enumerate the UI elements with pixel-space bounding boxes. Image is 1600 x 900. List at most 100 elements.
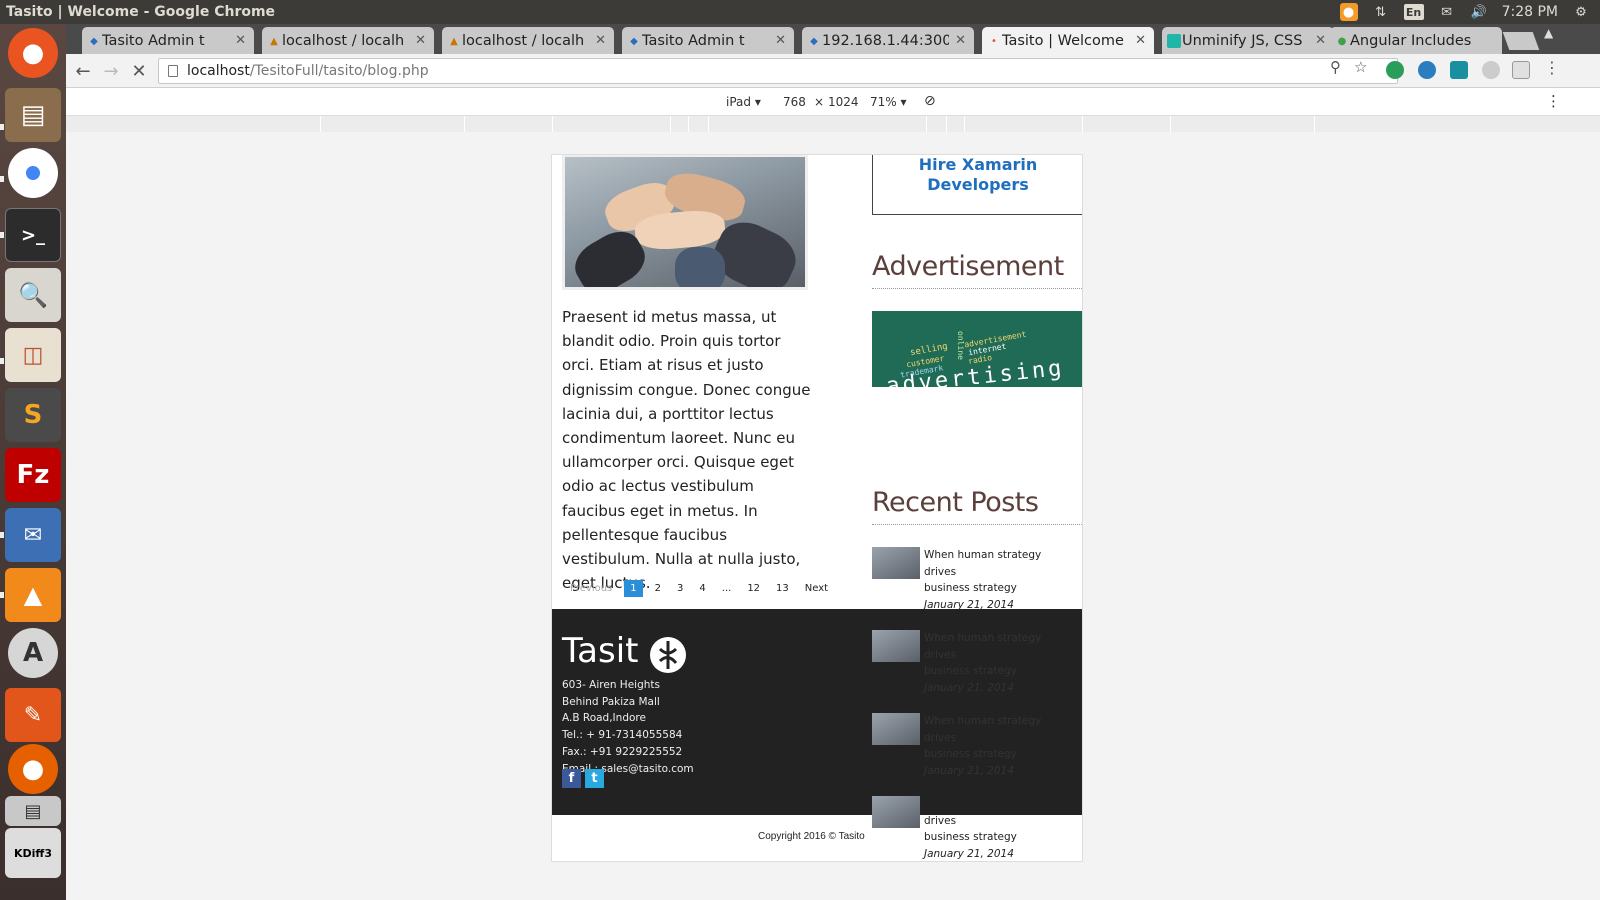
- pagination-next[interactable]: Next: [797, 583, 836, 594]
- post-title-line[interactable]: drives: [924, 730, 1041, 747]
- social-links: f t: [562, 769, 604, 788]
- extension-icon[interactable]: [1450, 61, 1468, 79]
- pagination-page[interactable]: 3: [669, 583, 691, 594]
- tab-tasito-admin[interactable]: ◆ Tasito Admin t ✕: [622, 27, 794, 54]
- forward-button[interactable]: →: [100, 60, 122, 82]
- article-body: Praesent id metus massa, ut blandit odio…: [562, 308, 811, 593]
- gear-icon[interactable]: ⚙: [1572, 3, 1590, 21]
- post-title-line[interactable]: business strategy: [924, 580, 1041, 597]
- software-center-icon[interactable]: A: [8, 628, 58, 678]
- extension-icon[interactable]: [1482, 61, 1500, 79]
- post-thumbnail[interactable]: [872, 796, 920, 828]
- post-title-line[interactable]: drives: [924, 813, 1041, 830]
- thunderbird-icon[interactable]: ✉: [5, 508, 61, 562]
- extension-icon[interactable]: [1418, 61, 1436, 79]
- recent-post[interactable]: When human strategy drives business stra…: [872, 713, 1082, 783]
- stop-button[interactable]: ✕: [128, 60, 150, 82]
- bookmark-star-icon[interactable]: ☆: [1354, 58, 1367, 76]
- rotate-icon[interactable]: ⊘: [924, 93, 936, 109]
- tab-tasito-admin[interactable]: ◆ Tasito Admin t ✕: [82, 27, 254, 54]
- web-page: Praesent id metus massa, ut blandit odio…: [551, 154, 1083, 862]
- terminal-icon[interactable]: >_: [5, 208, 61, 262]
- post-date: January 21, 2014: [924, 682, 1014, 695]
- tab-angular-includes[interactable]: ● Angular Includes: [1330, 27, 1502, 54]
- presentation-icon[interactable]: ◫: [5, 328, 61, 382]
- pagination-previous[interactable]: Previous: [562, 583, 620, 594]
- facebook-icon[interactable]: f: [562, 769, 581, 788]
- post-title-line[interactable]: When human strategy: [924, 547, 1041, 564]
- volume-icon[interactable]: 🔊: [1470, 3, 1488, 21]
- post-thumbnail[interactable]: [872, 630, 920, 662]
- device-select[interactable]: iPad ▾: [726, 95, 761, 109]
- advertisement-image[interactable]: selling customer trademark online advert…: [872, 311, 1082, 387]
- post-title-line[interactable]: business strategy: [924, 746, 1041, 763]
- tasito-logo[interactable]: Tasit: [562, 631, 638, 671]
- device-menu-icon[interactable]: ⋮: [1546, 92, 1561, 110]
- pagination-page[interactable]: 2: [647, 583, 669, 594]
- post-title-line[interactable]: When human strategy: [924, 796, 1041, 813]
- recent-post[interactable]: When human strategy drives business stra…: [872, 796, 1082, 861]
- keyboard-layout-indicator[interactable]: En: [1403, 4, 1424, 20]
- hire-xamarin-banner[interactable]: Hire Xamarin Developers: [872, 155, 1082, 215]
- pagination-page-current[interactable]: 1: [624, 579, 643, 597]
- back-button[interactable]: ←: [72, 60, 94, 82]
- launcher-running-pip: [0, 232, 4, 238]
- close-icon[interactable]: ✕: [595, 33, 606, 48]
- image-viewer-icon[interactable]: 🔍: [5, 268, 61, 322]
- post-title-line[interactable]: business strategy: [924, 829, 1041, 846]
- zoom-icon[interactable]: ⚲: [1330, 58, 1341, 76]
- mail-icon[interactable]: ✉: [1438, 3, 1456, 21]
- pagination-page[interactable]: 4: [691, 583, 713, 594]
- close-icon[interactable]: ✕: [775, 33, 786, 48]
- recent-post[interactable]: When human strategy drives business stra…: [872, 630, 1082, 700]
- ubuntu-dash-icon[interactable]: ●: [8, 28, 58, 78]
- device-width[interactable]: 768: [783, 95, 806, 109]
- tab-phpmyadmin[interactable]: ▲ localhost / localh ✕: [262, 27, 434, 54]
- pagination-page[interactable]: 13: [768, 583, 797, 594]
- chrome-icon[interactable]: [8, 148, 58, 198]
- pencil-app-icon[interactable]: ✎: [5, 688, 61, 742]
- scanner-icon[interactable]: ▤: [5, 796, 61, 826]
- tab-ip-address[interactable]: ◆ 192.168.1.44:3002 ✕: [802, 27, 974, 54]
- tab-phpmyadmin[interactable]: ▲ localhost / localh ✕: [442, 27, 614, 54]
- kdiff3-icon[interactable]: KDiff3: [5, 828, 61, 878]
- recent-post[interactable]: When human strategy drives business stra…: [872, 547, 1082, 617]
- firefox-icon[interactable]: ●: [8, 744, 58, 794]
- clock[interactable]: 7:28 PM: [1502, 4, 1558, 20]
- close-icon[interactable]: ✕: [1135, 33, 1146, 48]
- close-icon[interactable]: ✕: [955, 33, 966, 48]
- address-bar[interactable]: localhost/TesitoFull/tasito/blog.php: [158, 58, 1398, 84]
- flame-app-icon[interactable]: ▲: [5, 568, 61, 622]
- close-icon[interactable]: ✕: [235, 33, 246, 48]
- files-icon[interactable]: ▤: [5, 88, 61, 142]
- post-title-line[interactable]: business strategy: [924, 663, 1041, 680]
- post-thumbnail[interactable]: [872, 547, 920, 579]
- filezilla-icon[interactable]: Fz: [5, 448, 61, 502]
- media-query-bar[interactable]: [66, 116, 1600, 132]
- post-title-line[interactable]: When human strategy: [924, 713, 1041, 730]
- sublime-text-icon[interactable]: S: [5, 388, 61, 442]
- tab-tasito-welcome[interactable]: • Tasito | Welcome ✕: [982, 27, 1154, 54]
- profile-icon[interactable]: ▲: [1544, 26, 1553, 40]
- close-icon[interactable]: ✕: [1315, 33, 1326, 48]
- post-title-line[interactable]: When human strategy: [924, 630, 1041, 647]
- close-icon[interactable]: ✕: [415, 33, 426, 48]
- post-thumbnail[interactable]: [872, 713, 920, 745]
- extension-icon[interactable]: [1512, 61, 1530, 79]
- address-line: A.B Road,Indore: [562, 712, 646, 725]
- post-title-line[interactable]: drives: [924, 564, 1041, 581]
- phpmyadmin-icon: ▲: [450, 35, 458, 47]
- extension-icon[interactable]: [1386, 61, 1404, 79]
- twitter-icon[interactable]: t: [585, 769, 604, 788]
- tab-label: Tasito | Welcome: [1002, 32, 1124, 49]
- pagination-page[interactable]: 12: [739, 583, 768, 594]
- flame-indicator-icon[interactable]: ●: [1339, 3, 1358, 21]
- post-title-line[interactable]: drives: [924, 647, 1041, 664]
- phpmyadmin-icon: ▲: [270, 35, 278, 47]
- menu-icon[interactable]: ⋮: [1544, 58, 1560, 77]
- tab-unminify[interactable]: Unminify JS, CSS ✕: [1162, 27, 1334, 54]
- new-tab-button[interactable]: [1502, 32, 1540, 50]
- zoom-select[interactable]: 71% ▾: [870, 95, 907, 109]
- network-icon[interactable]: ⇅: [1372, 3, 1390, 21]
- device-height[interactable]: 1024: [828, 95, 859, 109]
